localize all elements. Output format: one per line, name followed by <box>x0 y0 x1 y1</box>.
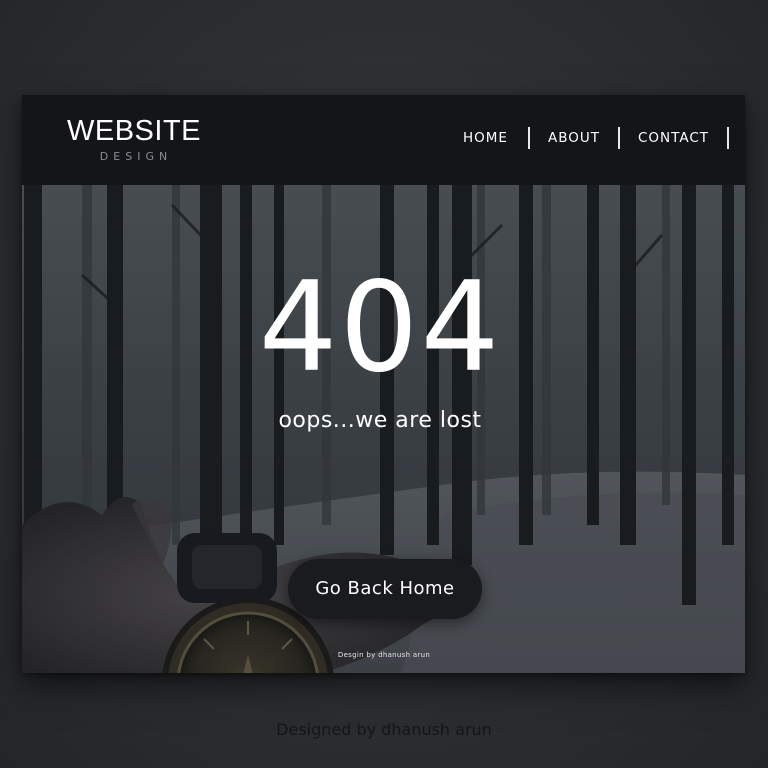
navbar: WEBSITE DESIGN HOME ABOUT CONTACT <box>22 95 745 185</box>
logo-subtitle: DESIGN <box>99 150 173 163</box>
error-code: 404 <box>258 256 502 400</box>
nav-item-home[interactable]: HOME <box>463 127 530 149</box>
hero-content: 404 oops...we are lost Go Back Home <box>22 185 745 673</box>
error-message: oops...we are lost <box>278 408 482 433</box>
website-mockup: WEBSITE DESIGN HOME ABOUT CONTACT 404 oo… <box>22 95 745 673</box>
inner-credit-text: Desgin by dhanush arun <box>337 651 431 659</box>
footer-credit: Designed by dhanush arun <box>276 720 492 739</box>
nav-item-contact[interactable]: CONTACT <box>620 127 729 149</box>
logo-title: WEBSITE <box>66 115 201 147</box>
hero-section: 404 oops...we are lost Go Back Home <box>22 185 745 673</box>
nav-item-about[interactable]: ABOUT <box>530 127 620 149</box>
main-nav: HOME ABOUT CONTACT <box>463 127 729 149</box>
site-logo[interactable]: WEBSITE DESIGN <box>66 115 202 164</box>
go-back-home-button[interactable]: Go Back Home <box>288 559 482 619</box>
